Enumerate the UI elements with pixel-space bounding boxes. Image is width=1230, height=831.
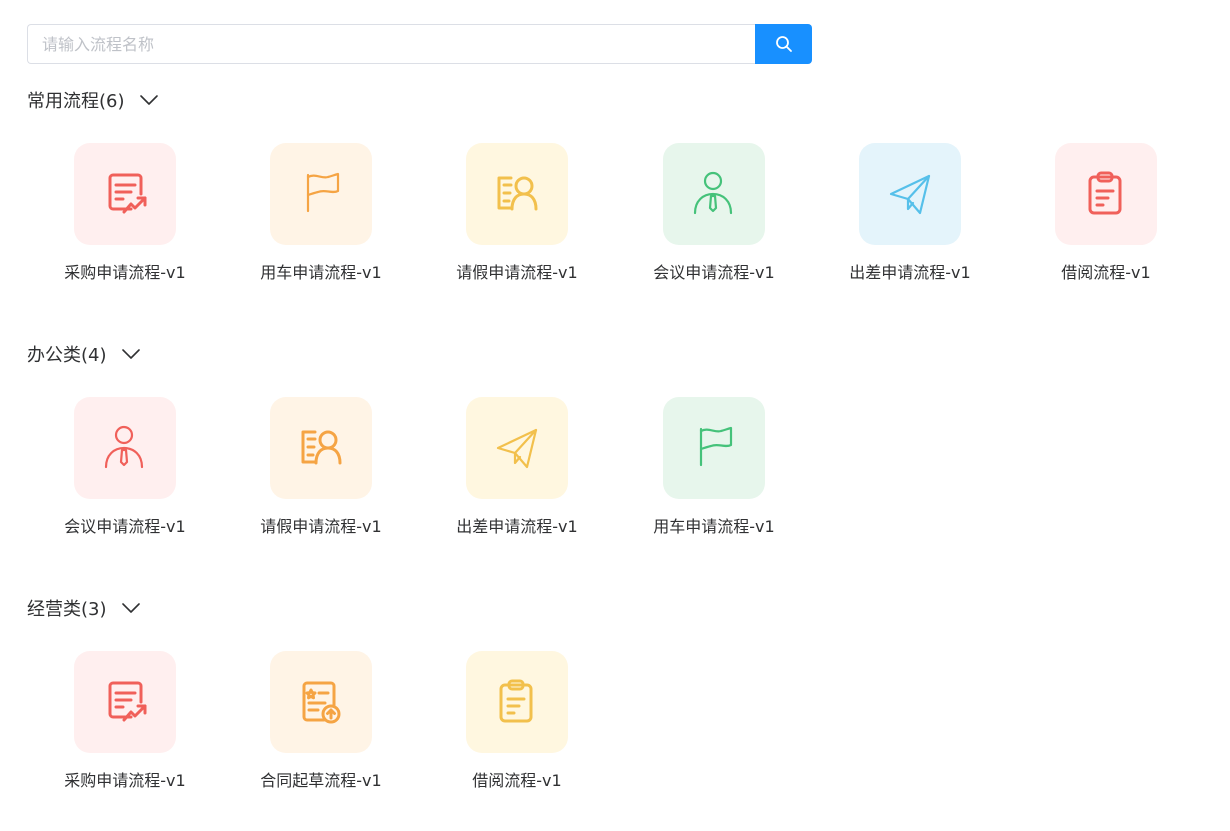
process-card[interactable]: 会议申请流程-v1 <box>27 397 207 547</box>
search-icon <box>775 36 792 52</box>
process-card[interactable]: 借阅流程-v1 <box>419 651 599 801</box>
process-icon-tile <box>859 143 961 245</box>
process-label: 会议申请流程-v1 <box>64 517 186 536</box>
process-icon-tile <box>663 397 765 499</box>
id-card-person-icon <box>301 430 342 465</box>
process-card[interactable]: 出差申请流程-v1 <box>812 143 992 293</box>
search-button[interactable] <box>755 24 812 64</box>
process-icon-tile <box>74 143 176 245</box>
process-label: 用车申请流程-v1 <box>653 517 775 536</box>
contract-upload-icon <box>302 681 341 724</box>
group-header[interactable]: 常用流程(6) <box>27 88 159 112</box>
process-label: 出差申请流程-v1 <box>849 263 971 282</box>
paper-plane-icon <box>496 428 538 469</box>
process-list: 采购申请流程-v1 用车申请流程-v1 请假申请流程-v1 会议申请流程-v1 出差申请… <box>27 143 1227 293</box>
clipboard-icon <box>1088 171 1122 215</box>
group-title: 经营类(3) <box>27 599 107 620</box>
flag-icon <box>699 426 733 467</box>
process-icon-tile <box>270 651 372 753</box>
paper-plane-icon <box>889 174 931 215</box>
group-header[interactable]: 办公类(4) <box>27 342 141 366</box>
process-group: 经营类(3) 采购申请流程-v1 合同起草流程-v1 借阅流程-v1 <box>27 596 568 790</box>
process-icon-tile <box>74 397 176 499</box>
search-bar <box>27 24 812 64</box>
process-icon-tile <box>466 143 568 245</box>
process-card[interactable]: 请假申请流程-v1 <box>419 143 599 293</box>
process-card[interactable]: 用车申请流程-v1 <box>616 397 796 547</box>
process-icon-tile <box>270 397 372 499</box>
process-icon-tile <box>663 143 765 245</box>
process-card[interactable]: 请假申请流程-v1 <box>223 397 403 547</box>
process-label: 采购申请流程-v1 <box>64 771 186 790</box>
process-group: 常用流程(6) 采购申请流程-v1 用车申请流程-v1 请假申请流程-v1 会议申请流程… <box>27 88 1157 282</box>
process-card[interactable]: 合同起草流程-v1 <box>223 651 403 801</box>
process-label: 合同起草流程-v1 <box>260 771 382 790</box>
process-label: 请假申请流程-v1 <box>456 263 578 282</box>
person-tie-icon <box>693 171 733 215</box>
process-label: 借阅流程-v1 <box>472 771 562 790</box>
process-icon-tile <box>74 651 176 753</box>
process-card[interactable]: 出差申请流程-v1 <box>419 397 599 547</box>
process-label: 采购申请流程-v1 <box>64 263 186 282</box>
process-list: 采购申请流程-v1 合同起草流程-v1 借阅流程-v1 <box>27 651 1227 801</box>
process-card[interactable]: 会议申请流程-v1 <box>616 143 796 293</box>
id-card-person-icon <box>497 176 538 211</box>
process-card[interactable]: 采购申请流程-v1 <box>27 651 207 801</box>
process-card[interactable]: 用车申请流程-v1 <box>223 143 403 293</box>
process-card[interactable]: 采购申请流程-v1 <box>27 143 207 293</box>
purchase-doc-icon <box>108 173 147 214</box>
chevron-down-icon[interactable] <box>121 347 141 361</box>
person-tie-icon <box>104 425 144 469</box>
process-label: 出差申请流程-v1 <box>456 517 578 536</box>
flag-icon <box>306 172 340 213</box>
group-title: 办公类(4) <box>27 345 107 366</box>
process-card[interactable]: 借阅流程-v1 <box>1008 143 1188 293</box>
clipboard-icon <box>499 679 533 723</box>
process-icon-tile <box>270 143 372 245</box>
chevron-down-icon[interactable] <box>139 93 159 107</box>
purchase-doc-icon <box>108 681 147 722</box>
process-list: 会议申请流程-v1 请假申请流程-v1 出差申请流程-v1 用车申请流程-v1 <box>27 397 1227 547</box>
process-label: 借阅流程-v1 <box>1061 263 1151 282</box>
group-title: 常用流程(6) <box>27 91 125 112</box>
process-label: 请假申请流程-v1 <box>260 517 382 536</box>
process-label: 会议申请流程-v1 <box>653 263 775 282</box>
group-header[interactable]: 经营类(3) <box>27 596 141 620</box>
process-icon-tile <box>1055 143 1157 245</box>
process-label: 用车申请流程-v1 <box>260 263 382 282</box>
process-group: 办公类(4) 会议申请流程-v1 请假申请流程-v1 出差申请流程-v1 用车申请流程-… <box>27 342 775 536</box>
process-icon-tile <box>466 397 568 499</box>
process-icon-tile <box>466 651 568 753</box>
chevron-down-icon[interactable] <box>121 601 141 615</box>
search-input[interactable] <box>27 24 755 64</box>
